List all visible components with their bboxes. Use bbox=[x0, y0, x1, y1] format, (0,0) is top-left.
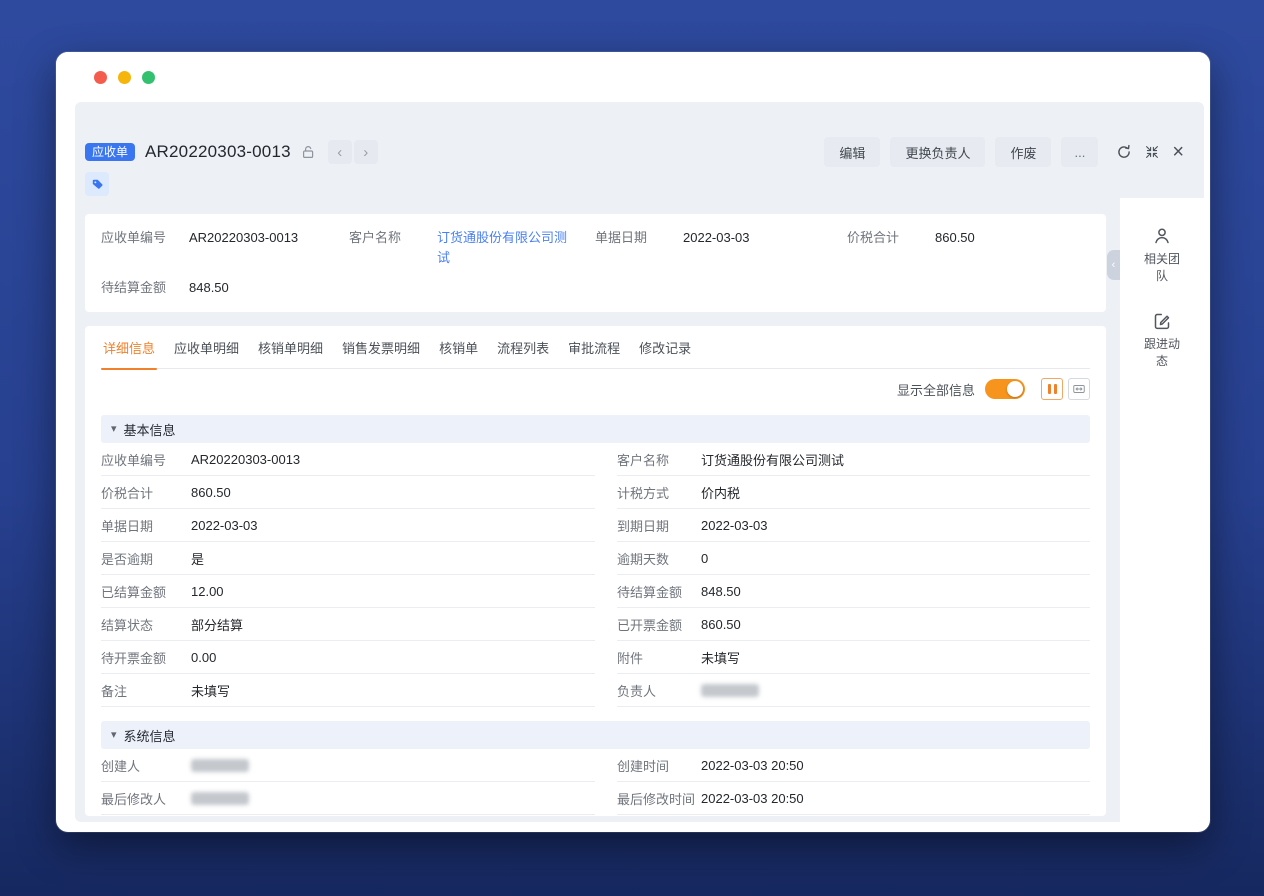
desktop-background: 应收单 AR20220303-0013 ‹ › 编辑 更换负责人 作废 ... bbox=[0, 0, 1264, 896]
tab-receivable-lines[interactable]: 应收单明细 bbox=[172, 326, 241, 369]
field-uninvoiced-amount: 待开票金额0.00 bbox=[101, 641, 595, 674]
void-button[interactable]: 作废 bbox=[995, 137, 1051, 167]
unlock-icon[interactable] bbox=[300, 144, 316, 160]
app-window: 应收单 AR20220303-0013 ‹ › 编辑 更换负责人 作废 ... bbox=[56, 52, 1210, 832]
field-created-by: 创建人 bbox=[101, 749, 595, 782]
minimize-window-button[interactable] bbox=[118, 71, 131, 84]
field-created-time: 创建时间2022-03-03 20:50 bbox=[617, 749, 1090, 782]
detail-card: 详细信息 应收单明细 核销单明细 销售发票明细 核销单 流程列表 审批流程 修改… bbox=[85, 326, 1106, 816]
field-row: 是否逾期是 逾期天数0 bbox=[101, 542, 1090, 575]
doc-type-badge: 应收单 bbox=[85, 143, 135, 161]
field-settlement-status: 结算状态部分结算 bbox=[101, 608, 595, 641]
field-row: 创建人 创建时间2022-03-03 20:50 bbox=[101, 749, 1090, 782]
follow-up-icon bbox=[1152, 311, 1172, 331]
field-invoiced-amount: 已开票金额860.50 bbox=[617, 608, 1090, 641]
chevron-down-icon: ▾ bbox=[111, 730, 117, 741]
field-row: 待开票金额0.00 附件未填写 bbox=[101, 641, 1090, 674]
tab-writeoff-lines[interactable]: 核销单明细 bbox=[256, 326, 325, 369]
summary-card: 应收单编号 AR20220303-0013 客户名称 订货通股份有限公司测试 单… bbox=[85, 214, 1106, 312]
tab-detail-info[interactable]: 详细信息 bbox=[101, 326, 157, 369]
field-receivable-no: 应收单编号AR20220303-0013 bbox=[101, 443, 595, 476]
window-titlebar bbox=[56, 52, 1210, 102]
edit-button[interactable]: 编辑 bbox=[824, 137, 880, 167]
field-remark: 备注未填写 bbox=[101, 674, 595, 707]
collapse-fullscreen-icon[interactable] bbox=[1144, 144, 1160, 160]
field-row: 最后修改人 最后修改时间2022-03-03 20:50 bbox=[101, 782, 1090, 815]
field-due-date: 到期日期2022-03-03 bbox=[617, 509, 1090, 542]
record-title: AR20220303-0013 bbox=[145, 142, 291, 162]
detail-tabs: 详细信息 应收单明细 核销单明细 销售发票明细 核销单 流程列表 审批流程 修改… bbox=[101, 326, 1090, 369]
prev-record-button[interactable]: ‹ bbox=[328, 140, 352, 164]
field-row: 结算状态部分结算 已开票金额860.50 bbox=[101, 608, 1090, 641]
field-settled-amount: 已结算金额12.00 bbox=[101, 575, 595, 608]
refresh-icon[interactable] bbox=[1116, 144, 1132, 160]
field-modified-time: 最后修改时间2022-03-03 20:50 bbox=[617, 782, 1090, 815]
sidebar-item-follow-up[interactable]: 跟进动态 bbox=[1139, 311, 1185, 370]
redacted-value bbox=[191, 759, 249, 772]
next-record-button[interactable]: › bbox=[354, 140, 378, 164]
field-unsettled-amount: 待结算金额848.50 bbox=[617, 575, 1090, 608]
app-area: 应收单 AR20220303-0013 ‹ › 编辑 更换负责人 作废 ... bbox=[75, 102, 1204, 822]
more-actions-button[interactable]: ... bbox=[1061, 137, 1098, 167]
field-row: 价税合计860.50 计税方式价内税 bbox=[101, 476, 1090, 509]
field-doc-date: 单据日期2022-03-03 bbox=[101, 509, 595, 542]
summary-field-value: AR20220303-0013 bbox=[189, 228, 349, 248]
summary-field-label: 单据日期 bbox=[595, 228, 683, 248]
tab-approval-flow[interactable]: 审批流程 bbox=[566, 326, 622, 369]
zoom-window-button[interactable] bbox=[142, 71, 155, 84]
content-column: 应收单编号 AR20220303-0013 客户名称 订货通股份有限公司测试 单… bbox=[75, 198, 1120, 822]
field-row: 单据日期2022-03-03 到期日期2022-03-03 bbox=[101, 509, 1090, 542]
customer-name-link[interactable]: 订货通股份有限公司测试 bbox=[437, 228, 567, 268]
field-modified-by: 最后修改人 bbox=[101, 782, 595, 815]
close-record-icon[interactable]: × bbox=[1172, 144, 1184, 160]
customer-name-link[interactable]: 订货通股份有限公司测试 bbox=[701, 450, 844, 469]
summary-field-label: 价税合计 bbox=[847, 228, 935, 248]
field-row: 备注未填写 负责人 bbox=[101, 674, 1090, 707]
summary-field-value: 2022-03-03 bbox=[683, 228, 843, 248]
show-all-info-toggle[interactable] bbox=[985, 379, 1025, 399]
field-row: 应收单编号AR20220303-0013 客户名称订货通股份有限公司测试 bbox=[101, 443, 1090, 476]
chevron-down-icon: ▾ bbox=[111, 424, 117, 435]
sidebar-collapse-tab[interactable]: ‹ bbox=[1107, 250, 1120, 280]
redacted-value bbox=[701, 684, 759, 697]
section-header-basic-info[interactable]: ▾ 基本信息 bbox=[101, 415, 1090, 443]
redacted-value bbox=[191, 792, 249, 805]
section-header-system-info[interactable]: ▾ 系统信息 bbox=[101, 721, 1090, 749]
summary-field-label: 应收单编号 bbox=[101, 228, 189, 248]
pause-layout-button[interactable] bbox=[1041, 378, 1063, 400]
field-row: 已结算金额12.00 待结算金额848.50 bbox=[101, 575, 1090, 608]
show-all-info-label: 显示全部信息 bbox=[897, 380, 975, 399]
close-window-button[interactable] bbox=[94, 71, 107, 84]
tab-process-list[interactable]: 流程列表 bbox=[495, 326, 551, 369]
record-body: 应收单编号 AR20220303-0013 客户名称 订货通股份有限公司测试 单… bbox=[75, 198, 1204, 822]
summary-field-label: 待结算金额 bbox=[101, 278, 189, 298]
field-attachment: 附件未填写 bbox=[617, 641, 1090, 674]
record-header: 应收单 AR20220303-0013 ‹ › 编辑 更换负责人 作废 ... bbox=[75, 102, 1204, 198]
summary-field-value: 848.50 bbox=[189, 278, 229, 298]
field-customer-name: 客户名称订货通股份有限公司测试 bbox=[617, 443, 1090, 476]
field-overdue-flag: 是否逾期是 bbox=[101, 542, 595, 575]
field-owner: 负责人 bbox=[617, 674, 1090, 707]
right-sidebar: ‹ 相关团队 跟进动态 bbox=[1120, 198, 1204, 822]
summary-field-label: 客户名称 bbox=[349, 228, 437, 248]
tag-button[interactable] bbox=[85, 172, 109, 196]
detail-toolbar: 显示全部信息 bbox=[101, 369, 1090, 409]
tab-change-log[interactable]: 修改记录 bbox=[637, 326, 693, 369]
sidebar-item-related-team[interactable]: 相关团队 bbox=[1139, 226, 1185, 285]
field-tax-method: 计税方式价内税 bbox=[617, 476, 1090, 509]
change-owner-button[interactable]: 更换负责人 bbox=[890, 137, 985, 167]
field-total-amount: 价税合计860.50 bbox=[101, 476, 595, 509]
tab-writeoff-doc[interactable]: 核销单 bbox=[437, 326, 480, 369]
column-width-button[interactable] bbox=[1068, 378, 1090, 400]
tab-sales-invoice-lines[interactable]: 销售发票明细 bbox=[340, 326, 422, 369]
field-overdue-days: 逾期天数0 bbox=[617, 542, 1090, 575]
summary-field-value: 860.50 bbox=[935, 228, 1090, 248]
team-icon bbox=[1152, 226, 1172, 246]
